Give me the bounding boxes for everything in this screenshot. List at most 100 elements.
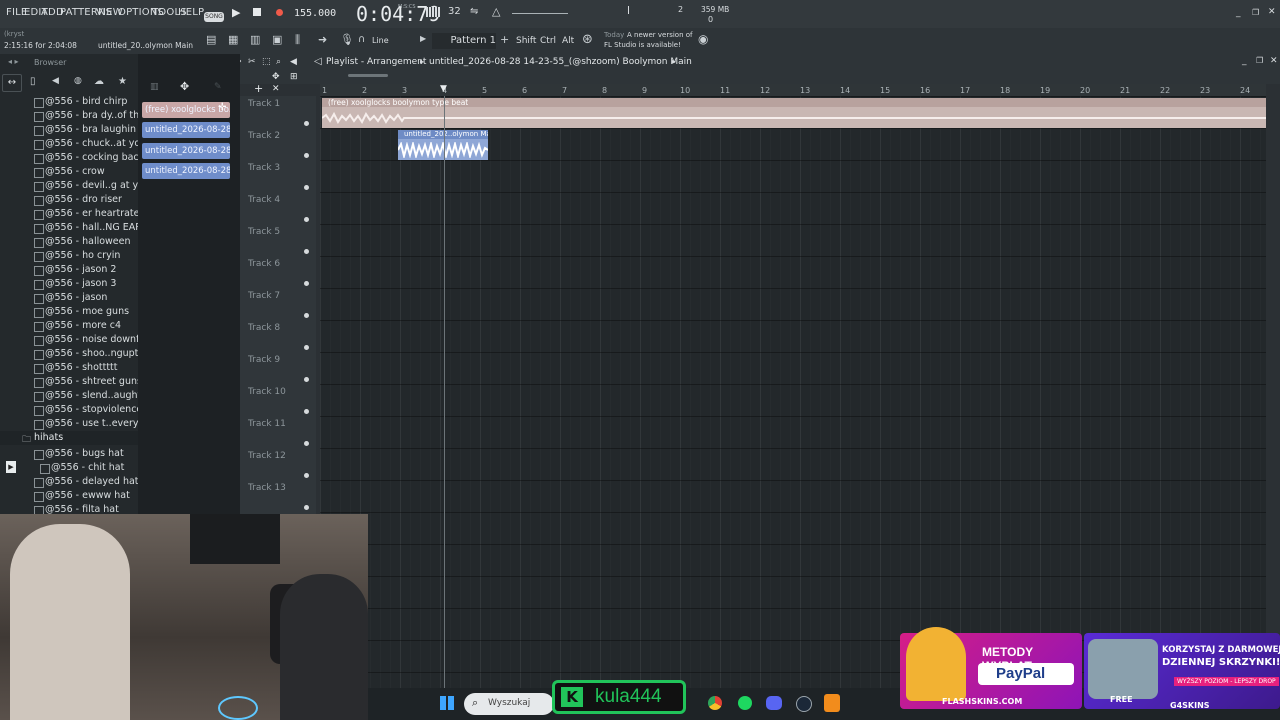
browser-item[interactable]: @556 - jason 2 — [45, 264, 116, 275]
audio-clip-boolymon[interactable]: untitled_202..olymon Main — [398, 130, 488, 160]
browser-item[interactable]: @556 - ho cryin — [45, 250, 120, 261]
sliders-icon[interactable]: ⫼ — [295, 33, 300, 47]
collapse-icon[interactable]: ◁ — [314, 56, 322, 67]
chrome-icon[interactable] — [708, 696, 722, 710]
browser-item[interactable]: @556 - delayed hat — [45, 476, 139, 487]
add-pattern-icon[interactable]: + — [500, 33, 509, 46]
play-icon[interactable]: ▶ — [232, 6, 240, 19]
taskbar-search[interactable]: ⌕ Wyszukaj — [464, 693, 554, 715]
news-icon[interactable]: ⊛ — [582, 32, 593, 47]
playhead-marker-icon[interactable]: ▼ — [440, 84, 447, 94]
browser-item[interactable]: @556 - stopviolence — [45, 404, 142, 415]
slice-tool-icon[interactable]: ✂ — [248, 57, 256, 67]
browser-item[interactable]: @556 - dro riser — [45, 194, 122, 205]
tempo-display[interactable]: 155.000 — [294, 8, 336, 19]
fl-studio-taskbar-icon[interactable] — [824, 694, 840, 712]
discord-icon[interactable] — [766, 696, 782, 710]
track-label[interactable]: Track 13 — [248, 483, 286, 493]
track-mute-dot[interactable] — [304, 409, 309, 414]
piano-roll-icon[interactable]: ▦ — [228, 33, 238, 46]
browser-item[interactable]: @556 - crow — [45, 166, 105, 177]
track-mute-dot[interactable] — [304, 249, 309, 254]
magnet-icon[interactable]: ∩ — [358, 34, 365, 45]
picker-move-icon[interactable]: ✥ — [180, 80, 189, 93]
snap-left-icon[interactable]: ✥ — [272, 72, 280, 82]
ctrl-key-label[interactable]: Ctrl — [540, 36, 556, 46]
minimize-icon[interactable]: _ — [1236, 8, 1241, 18]
track-label[interactable]: Track 2 — [248, 131, 280, 141]
browser-item[interactable]: @556 - shottttt — [45, 362, 118, 373]
browser-item[interactable]: @556 - ewww hat — [45, 490, 130, 501]
playback-tool-icon[interactable]: ◀ — [290, 57, 297, 67]
zoom-tool-icon[interactable]: ⌕ — [276, 57, 281, 67]
track-label[interactable]: Track 8 — [248, 323, 280, 333]
add-icon[interactable]: + — [254, 82, 263, 95]
browser-item[interactable]: @556 - bird chirp — [45, 96, 127, 107]
panel-close-icon[interactable]: ✕ — [1270, 56, 1278, 66]
close-icon[interactable]: ✕ — [1268, 7, 1276, 17]
mixer-icon[interactable]: ▣ — [272, 33, 282, 46]
browser-item[interactable]: @556 - moe guns — [45, 306, 129, 317]
track-label[interactable]: Track 10 — [248, 387, 286, 397]
spotify-icon[interactable] — [738, 696, 752, 710]
promo-banner-case[interactable]: KORZYSTAJ Z DARMOWEJ DZIENNEJ SKRZYNKI! … — [1084, 633, 1280, 710]
panel-minimize-icon[interactable]: _ — [1242, 56, 1247, 66]
browser-item[interactable]: @556 - more c4 — [45, 320, 121, 331]
picker-clip-add-icon[interactable]: ✛ — [218, 102, 226, 113]
track-mute-dot[interactable] — [304, 313, 309, 318]
arrow-right-icon[interactable]: ➜ — [318, 33, 327, 46]
browser-item[interactable]: @556 - bugs hat — [45, 448, 124, 459]
picker-pencil-icon[interactable]: ✎ — [214, 82, 222, 92]
piano-icon[interactable] — [426, 7, 440, 17]
plugin-icon[interactable]: ◍ — [74, 76, 82, 86]
browser-item[interactable]: @556 - er heartrate — [45, 208, 140, 219]
news-text-line2[interactable]: FL Studio is available! — [604, 41, 681, 49]
speaker-icon[interactable]: ◀ — [52, 76, 59, 86]
snap-select[interactable]: Line — [372, 36, 389, 45]
picker-grid-icon[interactable]: ▥ — [150, 82, 159, 92]
stop-icon[interactable] — [253, 8, 261, 16]
record-icon[interactable] — [276, 9, 283, 16]
menu-help[interactable]: HELP — [178, 7, 204, 18]
audio-clip-beat[interactable]: (free) xoolglocks boolymon type beat — [322, 98, 1266, 128]
playlist-icon[interactable]: ▤ — [206, 33, 216, 46]
metronome-icon[interactable]: △ — [492, 5, 500, 18]
track-mute-dot[interactable] — [304, 441, 309, 446]
song-mode-toggle[interactable]: SONG — [204, 12, 224, 22]
browser-item[interactable]: @556 - noise downfall — [45, 334, 150, 345]
folder-row-hihats[interactable]: 🗀 hihats — [0, 431, 138, 445]
alt-key-label[interactable]: Alt — [562, 36, 574, 46]
track-mute-dot[interactable] — [304, 505, 309, 510]
browser-menu-icon[interactable]: ↔ — [2, 74, 22, 92]
track-mute-dot[interactable] — [304, 217, 309, 222]
picker-clip[interactable]: (free) xoolglocks bo... — [142, 102, 230, 118]
steam-icon[interactable] — [796, 696, 812, 712]
all-files-icon[interactable]: ▯ — [30, 76, 36, 87]
maximize-icon[interactable]: ❐ — [1252, 8, 1259, 17]
browser-item[interactable]: @556 - halloween — [45, 236, 131, 247]
track-label[interactable]: Track 1 — [248, 99, 280, 109]
playlist-grid[interactable] — [320, 96, 1266, 688]
track-mute-dot[interactable] — [304, 281, 309, 286]
master-volume-slider[interactable] — [512, 13, 568, 14]
remove-icon[interactable]: ✕ — [272, 84, 280, 94]
microphone-icon[interactable]: 🎙 — [340, 33, 354, 46]
track-mute-dot[interactable] — [304, 345, 309, 350]
cloud-icon[interactable]: ☁ — [94, 76, 104, 87]
windows-start-icon[interactable] — [440, 696, 454, 710]
track-label[interactable]: Track 7 — [248, 291, 280, 301]
step-edit-icon[interactable]: 32 — [448, 6, 461, 17]
preview-play-icon[interactable]: ▶ — [6, 461, 16, 473]
track-label[interactable]: Track 12 — [248, 451, 286, 461]
master-pitch-slider[interactable] — [628, 6, 629, 14]
pattern-selector[interactable]: Pattern 1 — [432, 33, 496, 49]
shift-key-label[interactable]: Shift — [516, 36, 536, 46]
picker-clip[interactable]: untitled_2026-08-28 14-... — [142, 163, 230, 179]
track-mute-dot[interactable] — [304, 121, 309, 126]
fl-logo-icon[interactable]: ◉ — [698, 32, 708, 46]
track-mute-dot[interactable] — [304, 473, 309, 478]
browser-item[interactable]: @556 - jason — [45, 292, 107, 303]
select-tool-icon[interactable]: ⬚ — [262, 57, 271, 67]
track-label[interactable]: Track 5 — [248, 227, 280, 237]
panel-maximize-icon[interactable]: ❐ — [1256, 56, 1263, 65]
